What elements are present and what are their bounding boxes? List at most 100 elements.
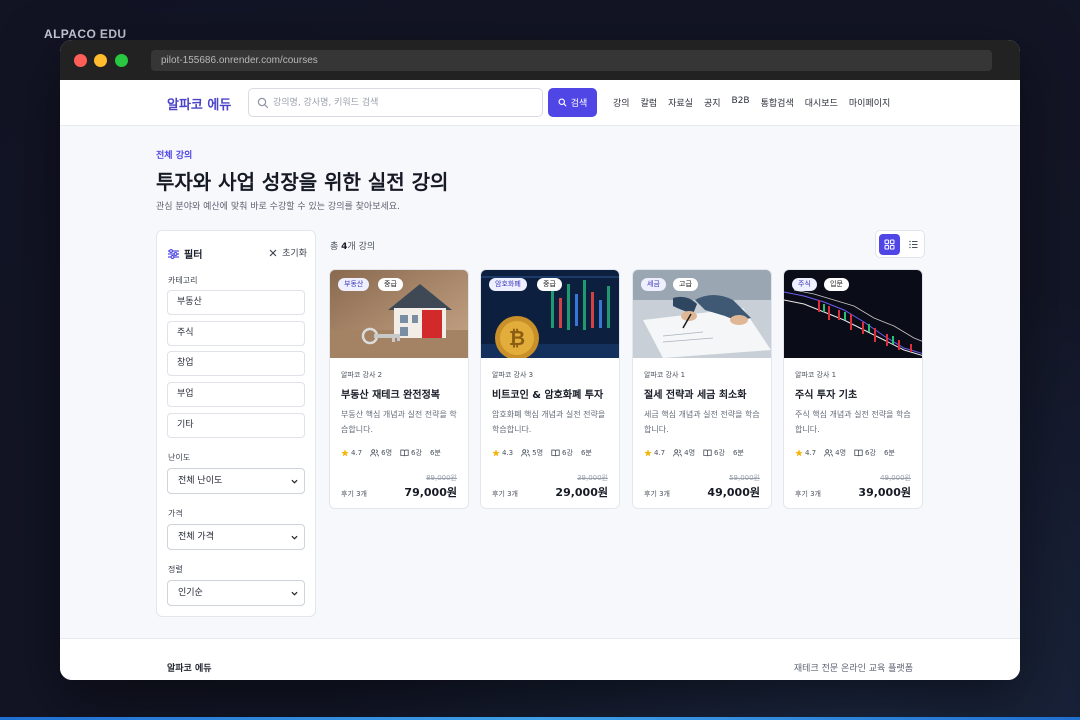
course-description: 주식 핵심 개념과 실전 전략을 학습합니다. xyxy=(795,410,911,434)
search-button[interactable]: 검색 xyxy=(548,88,597,117)
browser-window: pilot-155686.onrender.com/courses 알파코 에듀… xyxy=(60,40,1020,680)
category-option-stocks[interactable]: 주식 xyxy=(167,321,305,346)
course-card[interactable]: 주식 입문 알파코 강사 1 주식 투자 기초 주식 핵심 개념과 실전 전략을… xyxy=(783,269,923,509)
users-icon xyxy=(673,449,682,457)
course-lessons: 6강 xyxy=(714,449,725,457)
course-students: 5명 xyxy=(532,449,544,457)
footer-brand: 알파코 에듀 xyxy=(167,664,212,674)
level-badge: 입문 xyxy=(824,278,849,291)
course-card[interactable]: 부동산 중급 알파코 강사 2 부동산 재테크 완전정복 부동산 핵심 개념과 … xyxy=(329,269,469,509)
star-icon xyxy=(644,449,652,457)
course-card[interactable]: 세금 고급 알파코 강사 1 절세 전략과 세금 최소화 세금 핵심 개념과 실… xyxy=(632,269,772,509)
course-meta: 4.7 4명 6강 6분 xyxy=(795,448,895,458)
category-option-other[interactable]: 기타 xyxy=(167,413,305,438)
course-students: 4명 xyxy=(835,449,847,457)
original-price: 49,000원 xyxy=(880,474,911,482)
course-title[interactable]: 부동산 재테크 완전정복 xyxy=(341,386,440,401)
sort-select[interactable]: 인기순 xyxy=(167,580,305,606)
reset-filters-label: 초기화 xyxy=(282,249,307,259)
site-footer: 알파코 에듀 재테크 전문 온라인 교육 플랫폼 xyxy=(60,638,1020,680)
course-rating: 4.7 xyxy=(654,449,666,457)
review-count: 후기 3개 xyxy=(795,490,821,498)
course-duration: 6분 xyxy=(732,449,744,457)
list-icon xyxy=(909,240,918,249)
nav-link-courses[interactable]: 강의 xyxy=(613,96,630,109)
book-icon xyxy=(854,449,863,457)
course-description: 암호화폐 핵심 개념과 실전 전략을 학습합니다. xyxy=(492,410,606,434)
page-subtitle: 관심 분야와 예산에 맞춰 바로 수강할 수 있는 강의를 찾아보세요. xyxy=(156,202,400,212)
reset-filters-button[interactable]: 초기화 xyxy=(269,246,307,259)
level-badge: 중급 xyxy=(378,278,403,291)
svg-text:₿: ₿ xyxy=(509,326,525,350)
original-price: 59,000원 xyxy=(729,474,760,482)
course-title[interactable]: 절세 전략과 세금 최소화 xyxy=(644,386,746,401)
course-meta: 4.7 6명 6강 6분 xyxy=(341,448,441,458)
minimize-window-button[interactable] xyxy=(94,54,107,67)
price-value: 전체 가격 xyxy=(178,532,214,542)
category-badge: 암호화폐 xyxy=(489,278,527,291)
site-logo[interactable]: 알파코 에듀 xyxy=(167,94,231,113)
course-title[interactable]: 주식 투자 기초 xyxy=(795,386,857,401)
category-option-startup[interactable]: 창업 xyxy=(167,351,305,376)
course-price: 79,000원 xyxy=(404,486,457,499)
star-icon xyxy=(795,449,803,457)
nav-link-mypage[interactable]: 마이페이지 xyxy=(849,96,890,109)
category-badge: 세금 xyxy=(641,278,666,291)
course-title[interactable]: 비트코인 & 암호화폐 투자 xyxy=(492,386,603,401)
category-label: 카테고리 xyxy=(168,276,198,285)
course-rating: 4.7 xyxy=(805,449,817,457)
address-bar[interactable]: pilot-155686.onrender.com/courses xyxy=(151,50,992,71)
site-navbar: 알파코 에듀 검색 강의 칼럼 자료실 공지 B2B 통합검색 대시보드 마이페… xyxy=(60,80,1020,126)
overlay-label: ALPACO EDU xyxy=(44,27,127,41)
course-duration: 6분 xyxy=(883,449,895,457)
course-duration: 6분 xyxy=(580,449,592,457)
search-button-label: 검색 xyxy=(570,99,588,109)
nav-link-resources[interactable]: 자료실 xyxy=(668,96,693,109)
review-count: 후기 3개 xyxy=(644,490,670,498)
course-rating: 4.7 xyxy=(351,449,363,457)
nav-link-b2b[interactable]: B2B xyxy=(732,96,750,109)
course-rating: 4.3 xyxy=(502,449,514,457)
nav-link-columns[interactable]: 칼럼 xyxy=(641,96,658,109)
star-icon xyxy=(492,449,500,457)
users-icon xyxy=(824,449,833,457)
nav-link-integrated-search[interactable]: 통합검색 xyxy=(761,96,794,109)
nav-link-notices[interactable]: 공지 xyxy=(704,96,721,109)
level-badge: 고급 xyxy=(673,278,698,291)
book-icon xyxy=(703,449,712,457)
original-price: 89,000원 xyxy=(426,474,457,482)
users-icon xyxy=(370,449,379,457)
difficulty-value: 전체 난이도 xyxy=(178,476,223,486)
course-description: 부동산 핵심 개념과 실전 전략을 학습합니다. xyxy=(341,410,457,434)
browser-titlebar: pilot-155686.onrender.com/courses xyxy=(60,40,1020,80)
nav-links: 강의 칼럼 자료실 공지 B2B 통합검색 대시보드 마이페이지 xyxy=(613,96,890,109)
grid-view-button[interactable] xyxy=(879,234,900,255)
original-price: 39,000원 xyxy=(577,474,608,482)
book-icon xyxy=(551,449,560,457)
page-eyebrow: 전체 강의 xyxy=(156,151,193,161)
price-label: 가격 xyxy=(168,509,183,518)
course-price: 39,000원 xyxy=(858,486,911,499)
nav-link-dashboard[interactable]: 대시보드 xyxy=(805,96,838,109)
course-lessons: 6강 xyxy=(865,449,876,457)
sort-label: 정렬 xyxy=(168,565,183,574)
difficulty-select[interactable]: 전체 난이도 xyxy=(167,468,305,494)
list-view-button[interactable] xyxy=(903,234,924,255)
close-window-button[interactable] xyxy=(74,54,87,67)
filter-header: 필터 xyxy=(168,246,202,261)
search-input[interactable] xyxy=(273,94,533,112)
course-card[interactable]: ₿ 암호화폐 중급 알파코 강사 3 비트코인 & 암호화폐 투자 암호화폐 핵… xyxy=(480,269,620,509)
course-lessons: 6강 xyxy=(411,449,422,457)
category-badge: 주식 xyxy=(792,278,817,291)
footer-tagline: 재테크 전문 온라인 교육 플랫폼 xyxy=(793,664,913,674)
price-select[interactable]: 전체 가격 xyxy=(167,524,305,550)
category-option-sidejob[interactable]: 부업 xyxy=(167,382,305,407)
search-icon xyxy=(257,97,269,109)
search-box xyxy=(248,88,543,117)
course-price: 29,000원 xyxy=(555,486,608,499)
maximize-window-button[interactable] xyxy=(115,54,128,67)
category-option-realestate[interactable]: 부동산 xyxy=(167,290,305,315)
chevron-down-icon xyxy=(291,591,298,596)
instructor-name: 알파코 강사 3 xyxy=(492,371,534,379)
chevron-down-icon xyxy=(291,535,298,540)
